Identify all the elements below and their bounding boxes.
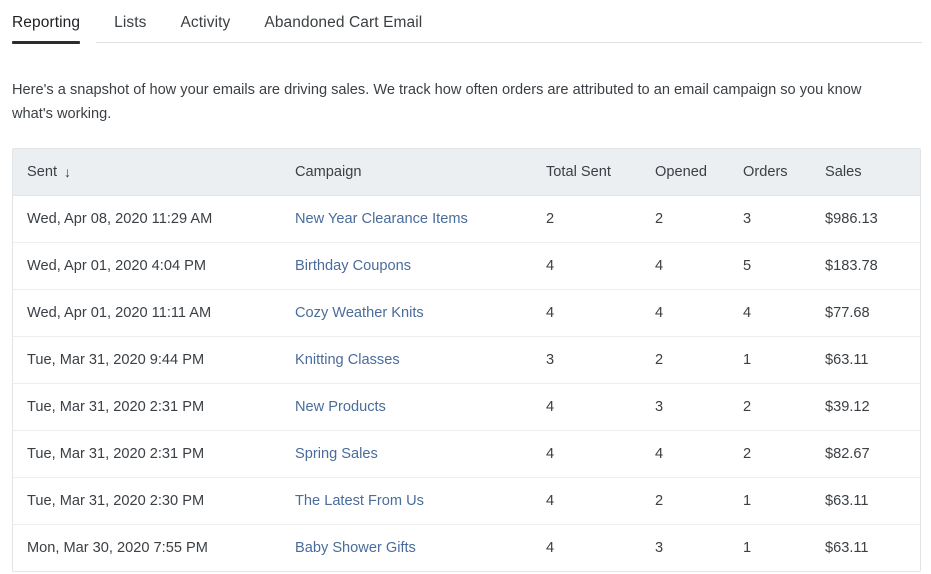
reporting-table-container: Sent ↓ Campaign Total Sent Opened Orders … (12, 148, 921, 573)
cell-orders: 4 (743, 288, 825, 337)
column-header-total-sent[interactable]: Total Sent (546, 149, 655, 196)
cell-opened: 3 (655, 523, 743, 572)
cell-sent: Wed, Apr 08, 2020 11:29 AM (27, 210, 213, 227)
cell-sales: $82.67 (825, 429, 920, 478)
cell-sales: $39.12 (825, 382, 920, 431)
cell-opened: 2 (655, 476, 743, 525)
cell-opened: 2 (655, 335, 743, 384)
cell-sales: $986.13 (825, 210, 878, 227)
cell-sent: Wed, Apr 01, 2020 11:11 AM (13, 288, 295, 337)
cell-total-sent: 4 (546, 382, 655, 431)
cell-opened: 3 (655, 382, 743, 431)
table-row: Tue, Mar 31, 2020 9:44 PM Knitting Class… (13, 335, 920, 384)
table-row: Wed, Apr 01, 2020 4:04 PM Birthday Coupo… (13, 241, 920, 290)
sort-descending-icon[interactable]: ↓ (64, 165, 71, 179)
table-row: Mon, Mar 30, 2020 7:55 PM Baby Shower Gi… (13, 523, 920, 572)
cell-orders: 5 (743, 241, 825, 290)
tab-abandoned-cart-email[interactable]: Abandoned Cart Email (264, 0, 422, 31)
cell-campaign: Cozy Weather Knits (295, 288, 546, 337)
cell-total-sent: 4 (546, 241, 655, 290)
cell-orders: 1 (743, 523, 825, 572)
cell-sales: $63.11 (825, 335, 920, 384)
tab-bar: Reporting Lists Activity Abandoned Cart … (0, 0, 931, 50)
cell-sent: Tue, Mar 31, 2020 2:31 PM (13, 382, 295, 431)
table-header: Sent ↓ Campaign Total Sent Opened Orders … (13, 149, 920, 196)
table-row: Tue, Mar 31, 2020 2:30 PM The Latest Fro… (13, 476, 920, 525)
campaign-link[interactable]: New Products (295, 399, 386, 415)
cell-campaign: Spring Sales (295, 429, 546, 478)
active-tab-indicator (12, 40, 81, 44)
campaign-link[interactable]: Knitting Classes (295, 352, 400, 368)
column-header-campaign[interactable]: Campaign (295, 149, 546, 196)
tab-activity-label: Activity (180, 14, 231, 31)
tab-reporting[interactable]: Reporting (12, 0, 81, 44)
table-body: Wed, Apr 08, 2020 11:29 AM New Year Clea… (13, 195, 920, 572)
cell-total-sent: 4 (546, 288, 655, 337)
cell-campaign: New Year Clearance Items (295, 195, 546, 242)
cell-orders: 3 (743, 210, 752, 227)
cell-opened: 4 (655, 241, 743, 290)
cell-opened: 4 (655, 429, 743, 478)
table-row: Wed, Apr 01, 2020 11:11 AM Cozy Weather … (13, 288, 920, 337)
cell-sent: Tue, Mar 31, 2020 9:44 PM (13, 335, 295, 384)
cell-sales: $63.11 (825, 476, 920, 525)
tab-lists-label: Lists (114, 14, 147, 31)
cell-total-sent: 4 (546, 476, 655, 525)
cell-total-sent: 2 (546, 210, 555, 227)
cell-sales: $63.11 (825, 523, 920, 572)
cell-total-sent: 4 (546, 429, 655, 478)
column-header-orders[interactable]: Orders (743, 149, 825, 196)
campaign-link[interactable]: The Latest From Us (295, 493, 424, 509)
cell-sent: Tue, Mar 31, 2020 2:31 PM (13, 429, 295, 478)
cell-total-sent: 3 (546, 335, 655, 384)
reporting-table: Sent ↓ Campaign Total Sent Opened Orders … (13, 149, 920, 572)
column-header-opened[interactable]: Opened (655, 149, 743, 196)
tab-reporting-label: Reporting (12, 14, 81, 31)
table-row: Wed, Apr 08, 2020 11:29 AM New Year Clea… (13, 195, 920, 242)
cell-orders: 1 (743, 335, 825, 384)
column-header-sent[interactable]: Sent ↓ (13, 149, 295, 196)
cell-orders: 2 (743, 382, 825, 431)
column-header-sales[interactable]: Sales (825, 149, 920, 196)
cell-campaign: Birthday Coupons (295, 241, 546, 290)
cell-sales: $77.68 (825, 288, 920, 337)
campaign-link[interactable]: New Year Clearance Items (295, 211, 468, 227)
tab-abandoned-cart-email-label: Abandoned Cart Email (264, 14, 423, 31)
cell-campaign: Baby Shower Gifts (295, 523, 546, 572)
cell-total-sent: 4 (546, 523, 655, 572)
tab-lists[interactable]: Lists (114, 0, 146, 31)
cell-orders: 1 (743, 476, 825, 525)
cell-opened: 2 (655, 210, 664, 227)
campaign-link[interactable]: Cozy Weather Knits (295, 305, 424, 321)
campaign-link[interactable]: Birthday Coupons (295, 258, 411, 274)
table-row: Tue, Mar 31, 2020 2:31 PM New Products 4… (13, 382, 920, 431)
cell-sent: Tue, Mar 31, 2020 2:30 PM (13, 476, 295, 525)
cell-campaign: Knitting Classes (295, 335, 546, 384)
cell-campaign: The Latest From Us (295, 476, 546, 525)
intro-description: Here's a snapshot of how your emails are… (12, 82, 862, 122)
cell-sent: Mon, Mar 30, 2020 7:55 PM (13, 523, 295, 572)
column-header-sent-label: Sent (27, 164, 58, 181)
campaign-link[interactable]: Baby Shower Gifts (295, 540, 416, 556)
cell-sales: $183.78 (825, 241, 920, 290)
cell-orders: 2 (743, 429, 825, 478)
cell-sent: Wed, Apr 01, 2020 4:04 PM (13, 241, 295, 290)
cell-opened: 4 (655, 288, 743, 337)
table-row: Tue, Mar 31, 2020 2:31 PM Spring Sales 4… (13, 429, 920, 478)
campaign-link[interactable]: Spring Sales (295, 446, 378, 462)
tab-activity[interactable]: Activity (180, 0, 230, 31)
cell-campaign: New Products (295, 382, 546, 431)
table-header-row: Sent ↓ Campaign Total Sent Opened Orders … (13, 149, 920, 196)
